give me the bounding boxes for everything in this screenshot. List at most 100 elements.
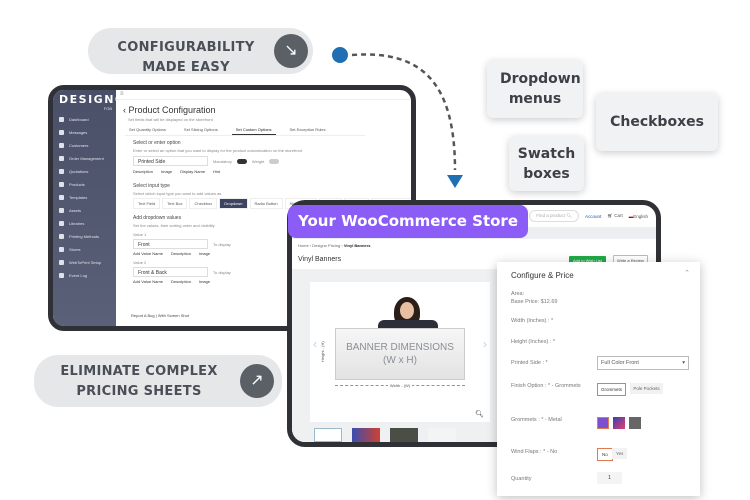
admin-sidebar: DESIGNO FOB Dashboard Messages Customers Or… <box>53 90 124 326</box>
option-link[interactable]: Display Name <box>180 169 205 174</box>
page-subtitle: Set fields that will be displayed on the… <box>128 117 213 122</box>
wind-flaps-label: Wind Flaps : * - No <box>511 449 558 455</box>
finish-pole-pockets[interactable]: Pole Pockets <box>630 383 663 394</box>
sidebar-item[interactable]: Quotations <box>53 165 116 178</box>
finish-grommets[interactable]: Grommets <box>597 383 627 396</box>
weight-toggle[interactable] <box>269 158 280 164</box>
sidebar-item[interactable]: Templates <box>53 191 116 204</box>
input-type-heading: Select input type <box>133 183 170 189</box>
input-type-help: Select which input type you want to add … <box>133 191 222 196</box>
tab[interactable]: Set Custom Options <box>231 125 276 135</box>
thumbnail[interactable] <box>314 428 342 442</box>
grommets-label: Grommets : * - Metal <box>511 417 562 423</box>
sidebar-item[interactable]: Libraries <box>53 217 116 230</box>
mandatory-toggle[interactable] <box>236 158 247 164</box>
sidebar-icon <box>59 195 64 200</box>
value-link[interactable]: Description <box>171 251 191 256</box>
menu-icon[interactable]: ≡ <box>116 90 411 100</box>
sidebar-icon <box>59 247 64 252</box>
feature-swatch: Swatch boxes <box>509 136 584 191</box>
option-input[interactable]: Printed Side <box>133 156 208 166</box>
option-link[interactable]: Description <box>133 169 153 174</box>
sidebar-icon <box>59 143 64 148</box>
eliminate-text: ELIMINATE COMPLEX PRICING SHEETS <box>60 364 218 399</box>
sidebar-item[interactable]: Customers <box>53 139 116 152</box>
tab[interactable]: Set Slicing Options <box>180 125 222 135</box>
value-input[interactable]: Front & Back <box>133 267 208 277</box>
zoom-icon[interactable]: 🔍︎ <box>475 410 484 418</box>
tab[interactable]: Set Quantity Options <box>125 125 170 135</box>
sidebar-item[interactable]: Event Log <box>53 269 116 282</box>
sidebar-item[interactable]: Dashboard <box>53 113 116 126</box>
sidebar-icon <box>59 234 64 239</box>
collapse-icon[interactable]: ⌃ <box>684 269 690 277</box>
breadcrumb-item[interactable]: Home <box>298 243 309 248</box>
cart-link[interactable]: 🛒︎ Cart <box>607 213 622 219</box>
select-option-heading: Select or enter option <box>133 140 181 146</box>
option-link[interactable]: Hint <box>213 169 220 174</box>
width-field-label: Width (Inches) : * <box>511 318 554 324</box>
value-link[interactable]: Image <box>199 279 210 284</box>
printed-side-label: Printed Side : * <box>511 360 548 366</box>
sidebar-item-label: Order Management <box>69 156 104 161</box>
input-type-option[interactable]: Text Field <box>133 198 161 209</box>
sidebar-item-label: WebToPrint Setup <box>69 260 102 265</box>
value-link[interactable]: Description <box>171 279 191 284</box>
arrow-down-right-icon: ↘ <box>274 34 308 68</box>
thumbnail[interactable] <box>352 428 380 442</box>
option-link[interactable]: Image <box>161 169 172 174</box>
wind-no[interactable]: No <box>597 448 613 461</box>
store-search[interactable]: Find a product 🔍︎ <box>529 210 579 222</box>
input-type-option[interactable]: Dropdown <box>219 198 248 209</box>
sidebar-icon <box>59 273 64 278</box>
breadcrumb-item[interactable]: Vinyl Banners <box>344 243 371 248</box>
sidebar-item-label: Dashboard <box>69 117 89 122</box>
tab[interactable]: Set Exception Rules <box>286 125 330 135</box>
thumbnail[interactable] <box>428 428 456 442</box>
sidebar-item[interactable]: Order Management <box>53 152 116 165</box>
admin-footer[interactable]: Report A Bug | With Screen Shot <box>131 313 189 318</box>
quantity-label: Quantity <box>511 476 532 482</box>
next-image-arrow[interactable]: › <box>483 337 487 351</box>
quantity-input[interactable]: 1 <box>597 472 622 484</box>
sidebar-item-label: Assets <box>69 208 82 213</box>
printed-side-select[interactable]: Full Color Front ▾ <box>597 356 689 370</box>
sidebar-item[interactable]: WebToPrint Setup <box>53 256 116 269</box>
input-type-option[interactable]: Text Box <box>162 198 188 209</box>
height-label: Height - (H) <box>320 341 325 362</box>
account-menu[interactable]: Account <box>585 214 601 219</box>
feature-checkboxes: Checkboxes <box>596 93 718 151</box>
sidebar-item-label: Products <box>69 182 85 187</box>
sidebar-icon <box>59 208 64 213</box>
swatch-3[interactable] <box>629 417 641 429</box>
swatch-2[interactable] <box>613 417 625 429</box>
sidebar-item[interactable]: Stores <box>53 243 116 256</box>
select-option-help: Enter or select an option that you want … <box>133 148 302 153</box>
input-type-option[interactable]: Checkbox <box>189 198 218 209</box>
logo-sub: FOB <box>103 106 112 111</box>
sidebar-icon <box>59 221 64 226</box>
sidebar-item-label: Quotations <box>69 169 89 174</box>
sidebar-item[interactable]: Printing Methods <box>53 230 116 243</box>
sidebar-item-label: Stores <box>69 247 81 252</box>
prev-image-arrow[interactable]: ‹ <box>313 337 317 351</box>
wind-yes[interactable]: Yes <box>612 448 628 459</box>
value-link[interactable]: Add Value Name <box>133 251 163 256</box>
swatch-metal[interactable] <box>597 417 609 429</box>
sidebar-item[interactable]: Assets <box>53 204 116 217</box>
breadcrumb-item[interactable]: Designo Pricing <box>312 243 340 248</box>
area-label: Area: <box>511 291 525 297</box>
thumbnail[interactable] <box>390 428 418 442</box>
page-title: ‹ Product Configuration <box>123 105 216 115</box>
sidebar-item[interactable]: Messages <box>53 126 116 139</box>
configure-title: Configure & Price <box>511 271 574 280</box>
input-type-option[interactable]: Radio Button <box>249 198 283 209</box>
product-image: BANNER DIMENSIONS (W x H) Height - (H) Wi… <box>310 282 490 422</box>
language-select[interactable]: ▬English <box>629 214 648 219</box>
value-link[interactable]: Add Value Name <box>133 279 163 284</box>
value-input[interactable]: Front <box>133 239 208 249</box>
to-display-label: To display <box>213 269 231 275</box>
value-link[interactable]: Image <box>199 251 210 256</box>
base-price: Base Price: $12.69 <box>511 299 558 305</box>
sidebar-item[interactable]: Products <box>53 178 116 191</box>
